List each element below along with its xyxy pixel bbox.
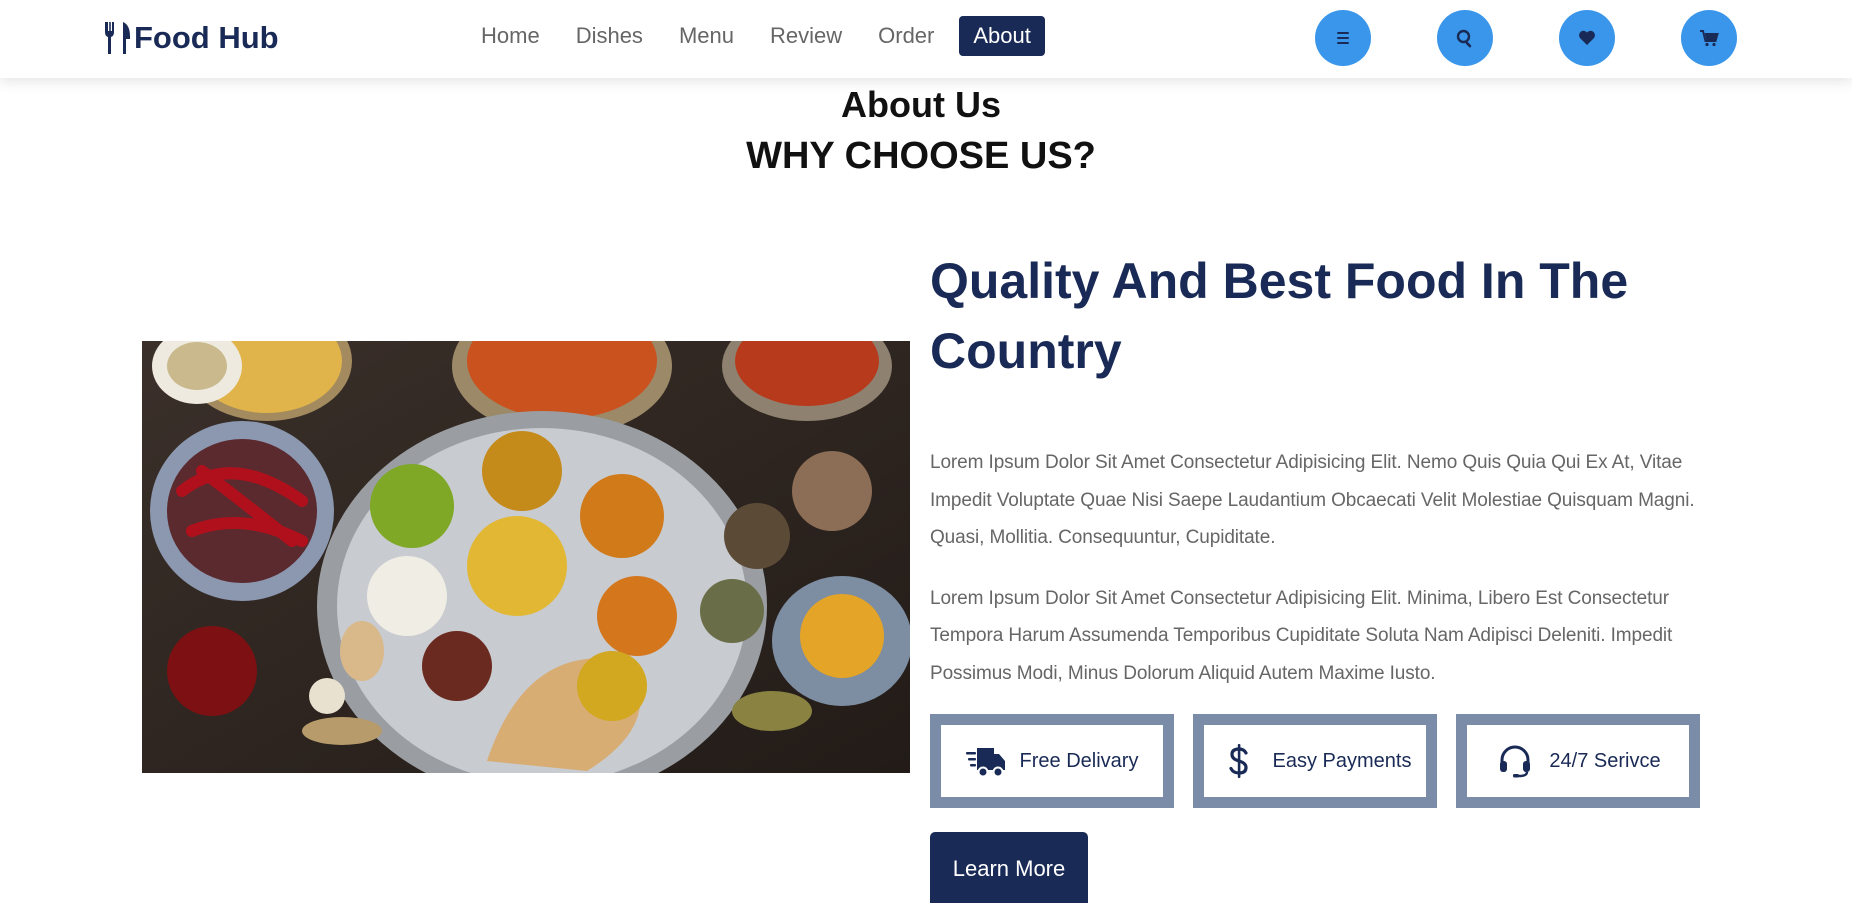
favorites-button[interactable]: [1559, 10, 1615, 66]
nav-order[interactable]: Order: [867, 16, 945, 56]
heart-icon: [1579, 30, 1595, 45]
nav-home[interactable]: Home: [470, 16, 551, 56]
header-icons: [1315, 10, 1737, 66]
food-illustration: [142, 341, 910, 773]
feature-247-service: 24/7 Serivce: [1456, 714, 1700, 808]
feature-label: 24/7 Serivce: [1549, 749, 1661, 772]
nav-menu[interactable]: Menu: [668, 16, 745, 56]
menu-button[interactable]: [1315, 10, 1371, 66]
shipping-fast-icon: [965, 748, 1005, 778]
feature-label: Easy Payments: [1272, 749, 1412, 772]
content-paragraph-2: Lorem Ipsum Dolor Sit Amet Consectetur A…: [930, 587, 1673, 684]
nav-about[interactable]: About: [959, 16, 1045, 56]
feature-easy-payments: Easy Payments: [1193, 714, 1437, 808]
nav-dishes[interactable]: Dishes: [565, 16, 654, 56]
cart-button[interactable]: [1681, 10, 1737, 66]
search-button[interactable]: [1437, 10, 1493, 66]
feature-free-delivery: Free Delivary: [930, 714, 1174, 808]
brand-name: Food Hub: [134, 20, 279, 55]
main-nav: Home Dishes Menu Review Order About: [470, 16, 1045, 56]
content-paragraph-1: Lorem Ipsum Dolor Sit Amet Consectetur A…: [930, 452, 1695, 548]
section-heading: WHY CHOOSE US?: [746, 135, 1096, 177]
brand-logo[interactable]: Food Hub: [102, 18, 279, 58]
headset-icon: [1500, 745, 1531, 778]
menu-bars-icon: [1337, 32, 1349, 44]
learn-more-button[interactable]: Learn More: [930, 832, 1088, 903]
utensils-icon: [105, 22, 130, 54]
site-header: Food Hub Home Dishes Menu Review Order A…: [0, 0, 1852, 78]
section-sub-heading: About Us: [841, 84, 1001, 125]
about-content: Quality And Best Food In The Country Lor…: [930, 246, 1705, 715]
nav-review[interactable]: Review: [759, 16, 853, 56]
dollar-sign-icon: [1228, 744, 1248, 778]
food-thali-image: [142, 341, 910, 773]
features-row: Free Delivary Easy Payments 24/7 Serivce: [930, 714, 1700, 808]
shopping-cart-icon: [1700, 30, 1719, 47]
search-icon: [1456, 29, 1472, 48]
content-title: Quality And Best Food In The Country: [930, 253, 1629, 379]
feature-label: Free Delivary: [1019, 749, 1139, 772]
